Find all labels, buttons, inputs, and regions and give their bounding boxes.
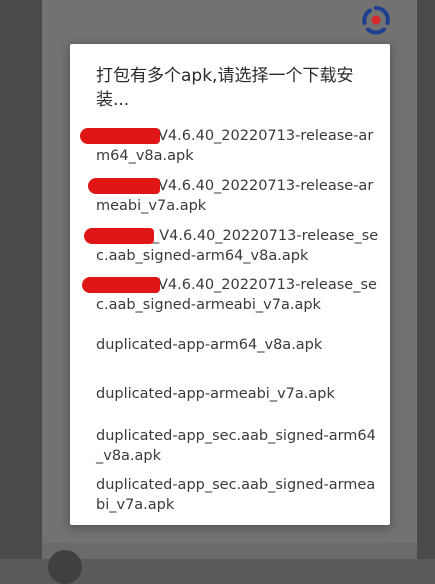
apk-option-7[interactable]: duplicated-app_sec.aab_signed-arm64_v8a.… — [96, 426, 382, 466]
bottom-bar — [42, 543, 417, 559]
right-background-strip — [417, 0, 435, 559]
app-logo-icon — [362, 6, 390, 35]
apk-select-dialog: 打包有多个apk,请选择一个下载安装... V4.6.40_20220713-r… — [70, 44, 390, 525]
redaction-mark — [84, 228, 154, 244]
apk-option-6[interactable]: duplicated-app-armeabi_v7a.apk — [96, 384, 382, 404]
home-button[interactable] — [48, 550, 82, 584]
dialog-title: 打包有多个apk,请选择一个下载安装... — [96, 66, 354, 110]
redaction-mark — [80, 128, 160, 144]
apk-option-8[interactable]: duplicated-app_sec.aab_signed-armeabi_v7… — [96, 475, 382, 515]
redaction-mark — [82, 277, 160, 293]
redaction-mark — [88, 178, 160, 194]
left-background-strip — [0, 0, 42, 559]
apk-option-5[interactable]: duplicated-app-arm64_v8a.apk — [96, 335, 382, 355]
